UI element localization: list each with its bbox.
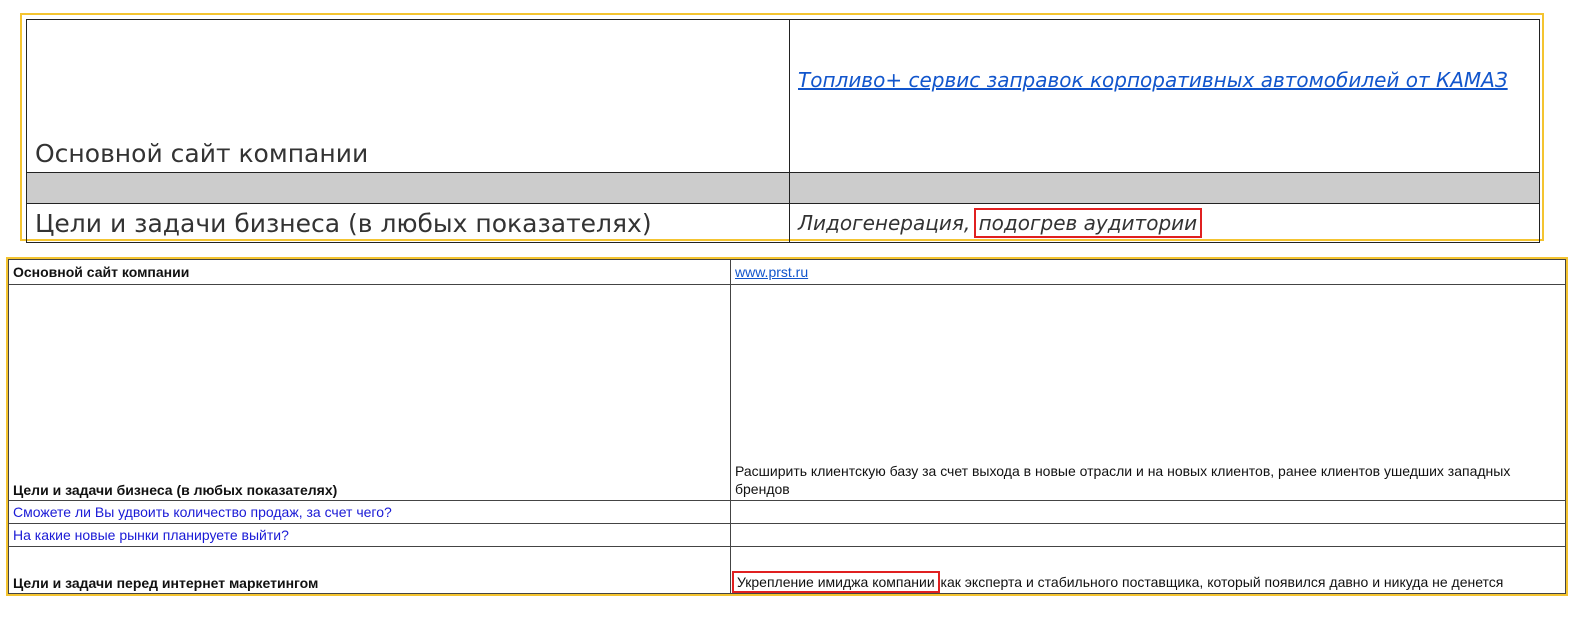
bottom-label-website: Основной сайт компании bbox=[8, 258, 731, 286]
separator-cell-left bbox=[26, 172, 790, 204]
top-value-website: Топливо+ сервис заправок корпоративных а… bbox=[789, 19, 1540, 173]
top-label-website: Основной сайт компании bbox=[26, 19, 790, 173]
bottom-table-frame: Основной сайт компании www.prst.ru Цели … bbox=[6, 257, 1568, 596]
top-row-goals: Цели и задачи бизнеса (в любых показател… bbox=[26, 203, 1540, 243]
bottom-label-business-goals: Цели и задачи бизнеса (в любых показател… bbox=[8, 284, 731, 501]
bottom-value-business-goals: Расширить клиентскую базу за счет выхода… bbox=[730, 284, 1566, 501]
top-goals-highlighted: подогрев аудитории bbox=[973, 208, 1203, 238]
bottom-row-marketing-goals: Цели и задачи перед интернет маркетингом… bbox=[8, 546, 1566, 594]
top-website-link[interactable]: Топливо+ сервис заправок корпоративных а… bbox=[798, 68, 1531, 92]
top-table-frame: Основной сайт компании Топливо+ сервис з… bbox=[20, 13, 1544, 243]
bottom-value-new-markets bbox=[730, 523, 1566, 548]
bottom-value-website: www.prst.ru bbox=[730, 258, 1566, 286]
bottom-row-double-sales: Сможете ли Вы удвоить количество продаж,… bbox=[8, 499, 1566, 525]
top-brief-table: Основной сайт компании Топливо+ сервис з… bbox=[26, 19, 1540, 243]
bottom-label-new-markets: На какие новые рынки планируете выйти? bbox=[8, 523, 731, 548]
separator-cell-right bbox=[789, 172, 1540, 204]
top-value-goals: Лидогенерация, подогрев аудитории bbox=[789, 203, 1540, 243]
bottom-marketing-highlighted: Укрепление имиджа компании bbox=[732, 571, 940, 593]
bottom-label-marketing-goals: Цели и задачи перед интернет маркетингом bbox=[8, 546, 731, 594]
bottom-marketing-rest: как эксперта и стабильного поставщика, к… bbox=[940, 574, 1504, 590]
bottom-website-link[interactable]: www.prst.ru bbox=[735, 264, 808, 280]
top-label-goals: Цели и задачи бизнеса (в любых показател… bbox=[26, 203, 790, 243]
bottom-brief-table: Основной сайт компании www.prst.ru Цели … bbox=[8, 258, 1566, 594]
top-goals-plain: Лидогенерация, bbox=[798, 211, 971, 235]
bottom-value-double-sales bbox=[730, 499, 1566, 525]
top-row-separator bbox=[26, 172, 1540, 204]
bottom-value-marketing-goals: Укрепление имиджа компании как эксперта … bbox=[730, 546, 1566, 594]
bottom-row-new-markets: На какие новые рынки планируете выйти? bbox=[8, 523, 1566, 548]
top-row-website: Основной сайт компании Топливо+ сервис з… bbox=[26, 19, 1540, 173]
bottom-row-website: Основной сайт компании www.prst.ru bbox=[8, 258, 1566, 286]
bottom-label-double-sales: Сможете ли Вы удвоить количество продаж,… bbox=[8, 499, 731, 525]
bottom-row-business-goals: Цели и задачи бизнеса (в любых показател… bbox=[8, 284, 1566, 501]
